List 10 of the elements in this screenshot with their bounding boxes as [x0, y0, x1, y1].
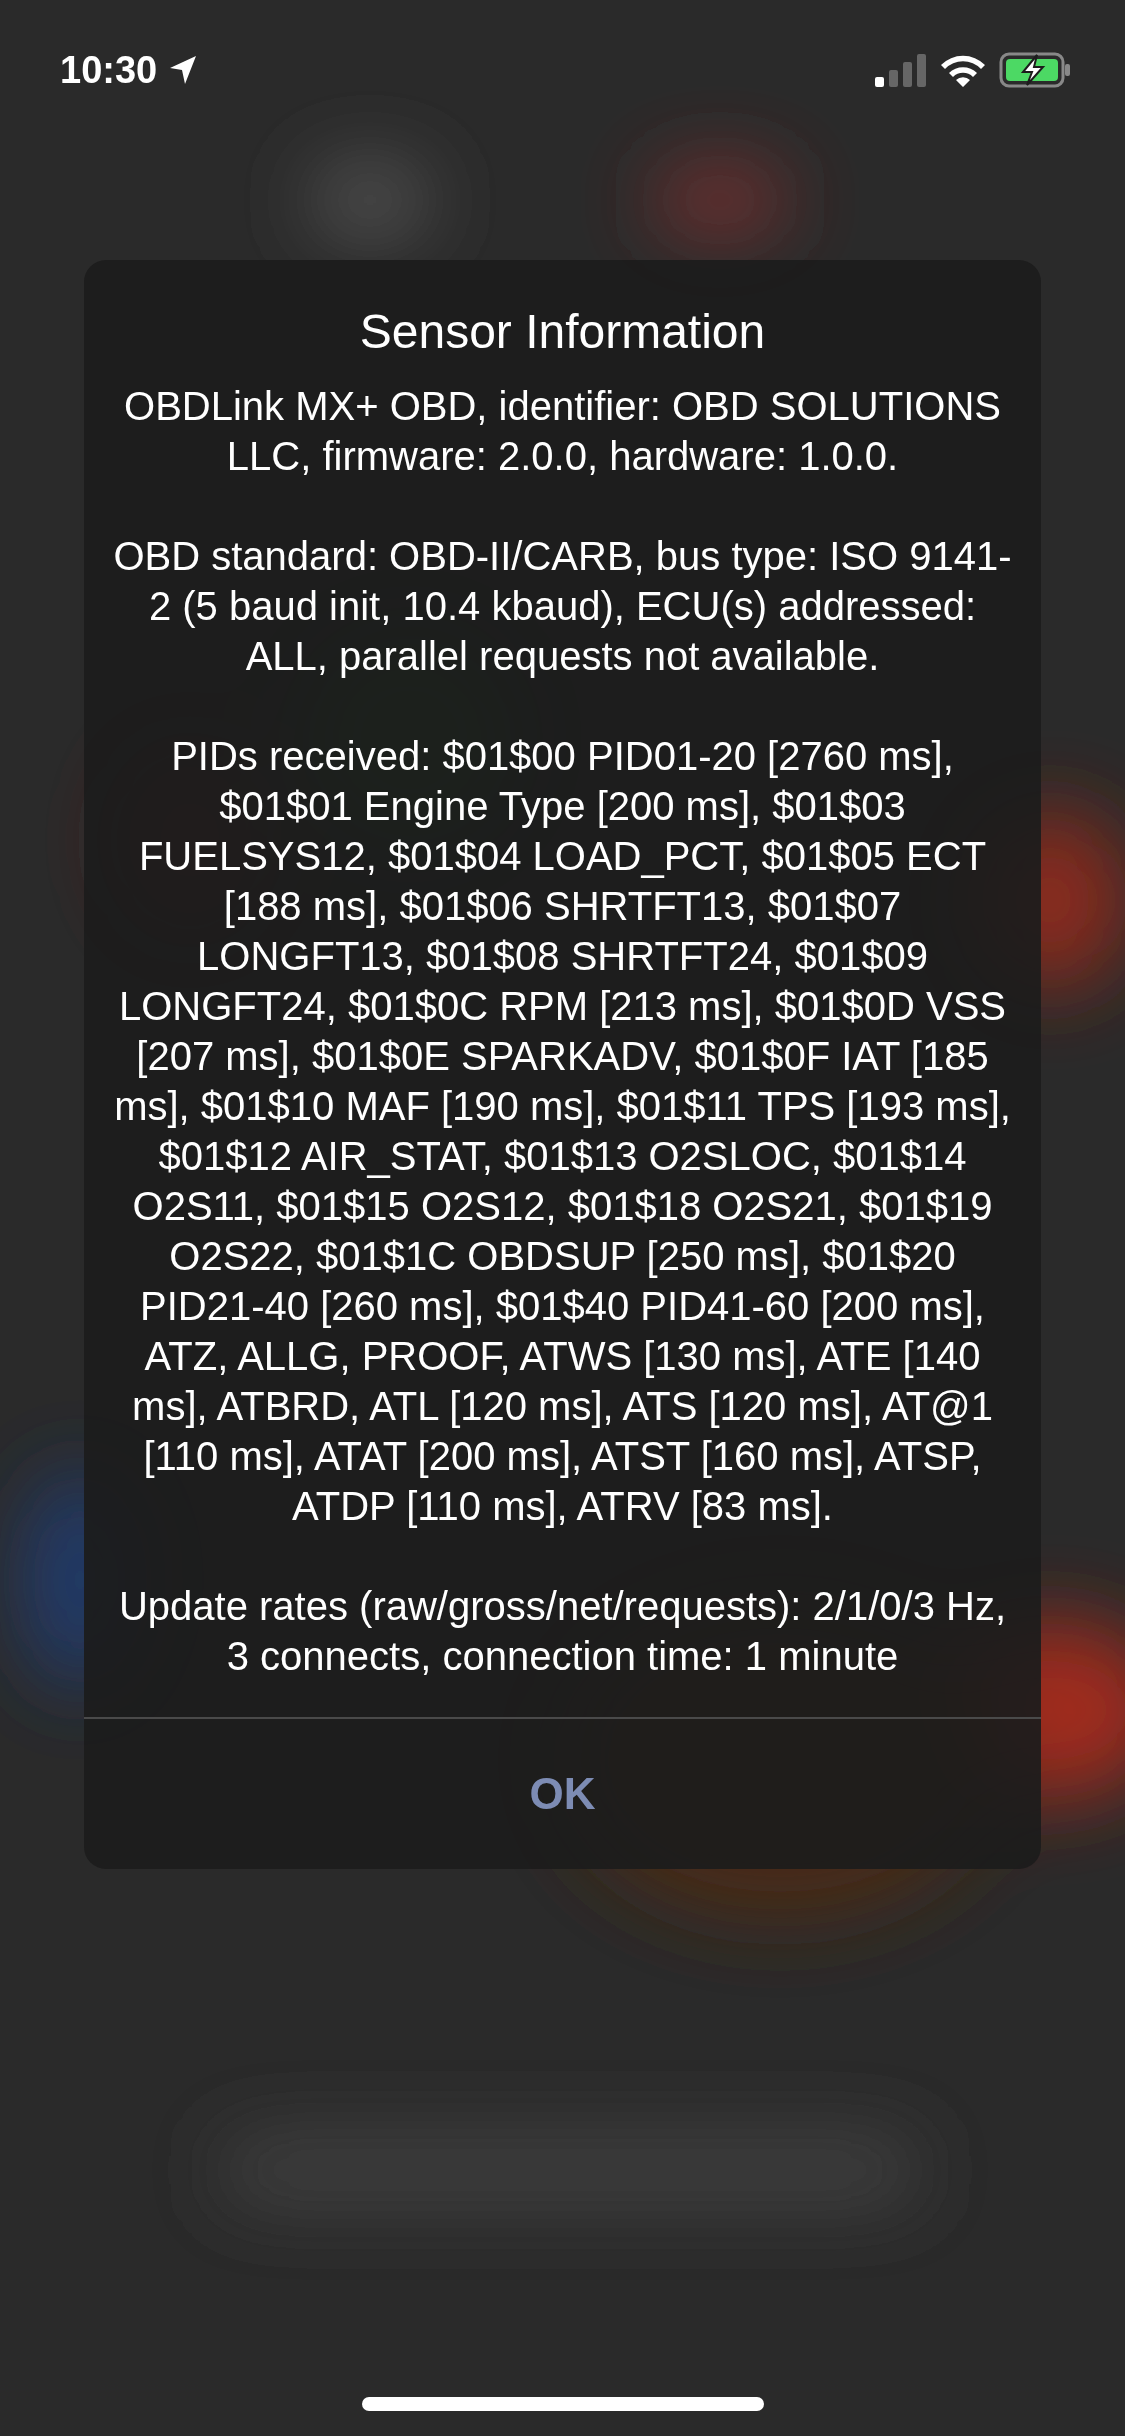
signal-icon: [875, 53, 927, 87]
battery-charging-icon: [999, 52, 1071, 88]
clock-time: 10:30: [60, 48, 158, 92]
alert-message: PIDs received: $01$00 PID01-20 [2760 ms], $01$01 Engine Type [200 ms], $01$03 FUELSYS12, $01$04 LOAD_PCT, $01$05 ECT [188 ms], $01$06 SHRTFT13, $01$07 LONGFT13, $01$08 SHRTFT24, $01$09 LONGFT24, $01$0C RPM [213 ms], $01$0D VSS [207 ms], $01$0E SPARKADV, $01$0F IAT [185 ms], $01$10 MAF [190 ms], $01$11 TPS [193 ms], $01$12 AIR_STAT, $01$13 O2SLOC, $01$14 O2S11, $01$15 O2S12, $01$18 O2S21, $01$19 O2S22, $01$1C OBDSUP [250 ms], $01$20 PID21-40 [260 ms], $01$40 PID41-60 [200 ms], ATZ, ALLG, PROOF, ATWS [130 ms], ATE [140 ms], ATBRD, ATL [120 ms], ATS [120 ms], AT@1 [110 ms], ATAT [200 ms], ATST [160 ms], ATSP, ATDP [110 ms], ATRV [83 ms].: [113, 733, 1012, 1530]
alert-message: OBD standard: OBD-II/CARB, bus type: ISO 9141-2 (5 baud init, 10.4 kbaud), ECU(s) addressed: ALL, parallel requests not available.: [112, 533, 1013, 680]
alert-title: Sensor Information: [359, 304, 766, 359]
ok-button[interactable]: OK: [84, 1719, 1041, 1869]
alert-message: Update rates (raw/gross/net/requests): 2/1/0/3 Hz, 3 connects, connection time: 1 minute: [117, 1583, 1008, 1680]
location-arrow-icon: [169, 55, 198, 85]
alert-message: OBDLink MX+ OBD, identifier: OBD SOLUTIONS LLC, firmware: 2.0.0, hardware: 1.0.0.: [123, 383, 1002, 480]
